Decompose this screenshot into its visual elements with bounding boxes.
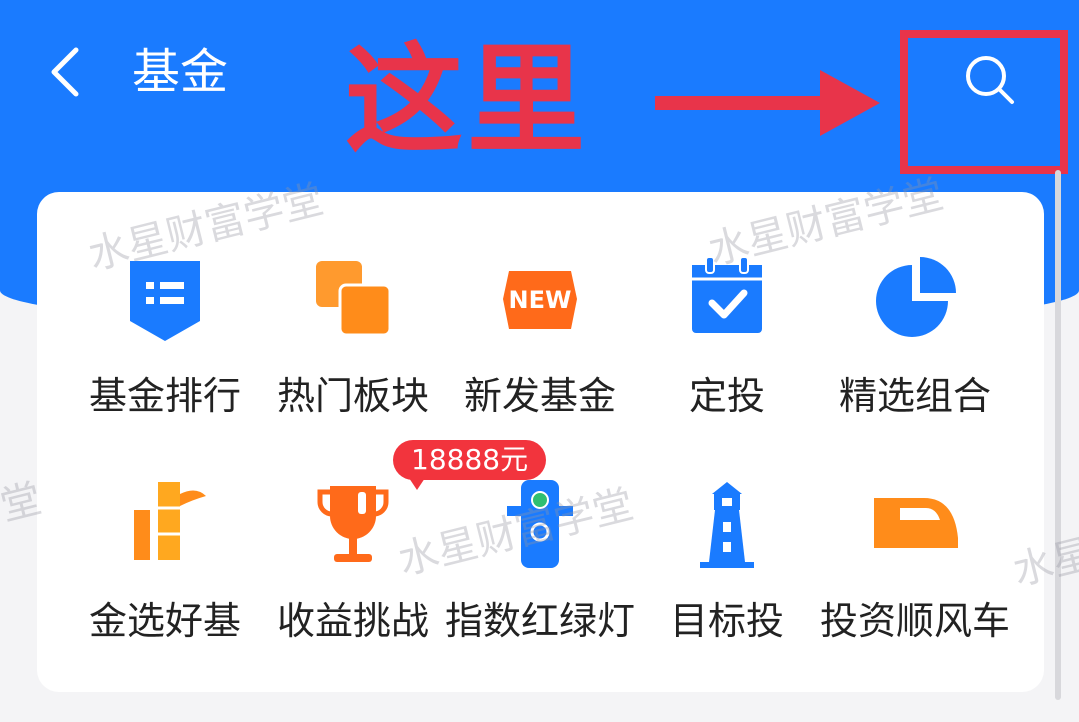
grid-item-fund-ranking[interactable]: 基金排行 [70,255,260,455]
grid-item-hot-sectors[interactable]: 热门板块 [258,255,448,455]
annotation-label: 这里 [345,31,590,169]
grid-item-gold-picks[interactable]: 金选好基 [70,480,260,680]
annotation-arrow-icon [655,70,880,136]
ranking-list-icon [130,261,200,341]
grid-item-invest-carpool[interactable]: 投资顺风车 [820,480,1010,680]
grid-item-new-funds[interactable]: NEW 新发基金 [445,255,635,455]
pie-chart-icon [876,257,956,337]
bamboo-icon [134,482,206,560]
grid-item-index-traffic-light[interactable]: 指数红绿灯 [445,480,635,680]
trophy-icon [317,486,389,562]
promo-badge: 18888元 [393,440,547,490]
scrollbar[interactable] [1055,170,1061,700]
svg-text:NEW: NEW [509,286,572,314]
grid-item-target-invest[interactable]: 目标投 [632,480,822,680]
search-button[interactable] [960,50,1020,110]
grid-item-label: 精选组合 [838,374,991,418]
new-badge-icon: NEW [503,271,577,329]
grid-item-auto-invest[interactable]: 定投 [632,255,822,455]
bullet-train-icon [874,498,958,548]
back-arrow-icon [51,47,79,97]
stacked-squares-icon [316,261,392,337]
back-button[interactable] [40,42,96,102]
page-title: 基金 [132,44,229,100]
grid-item-return-challenge[interactable]: 收益挑战 [258,480,448,680]
lighthouse-icon [700,482,754,568]
calendar-check-icon [692,256,762,333]
grid-item-label: 投资顺风车 [819,599,1010,643]
grid-item-curated-portfolios[interactable]: 精选组合 [820,255,1010,455]
search-icon [966,56,1014,104]
traffic-light-icon [507,480,573,568]
